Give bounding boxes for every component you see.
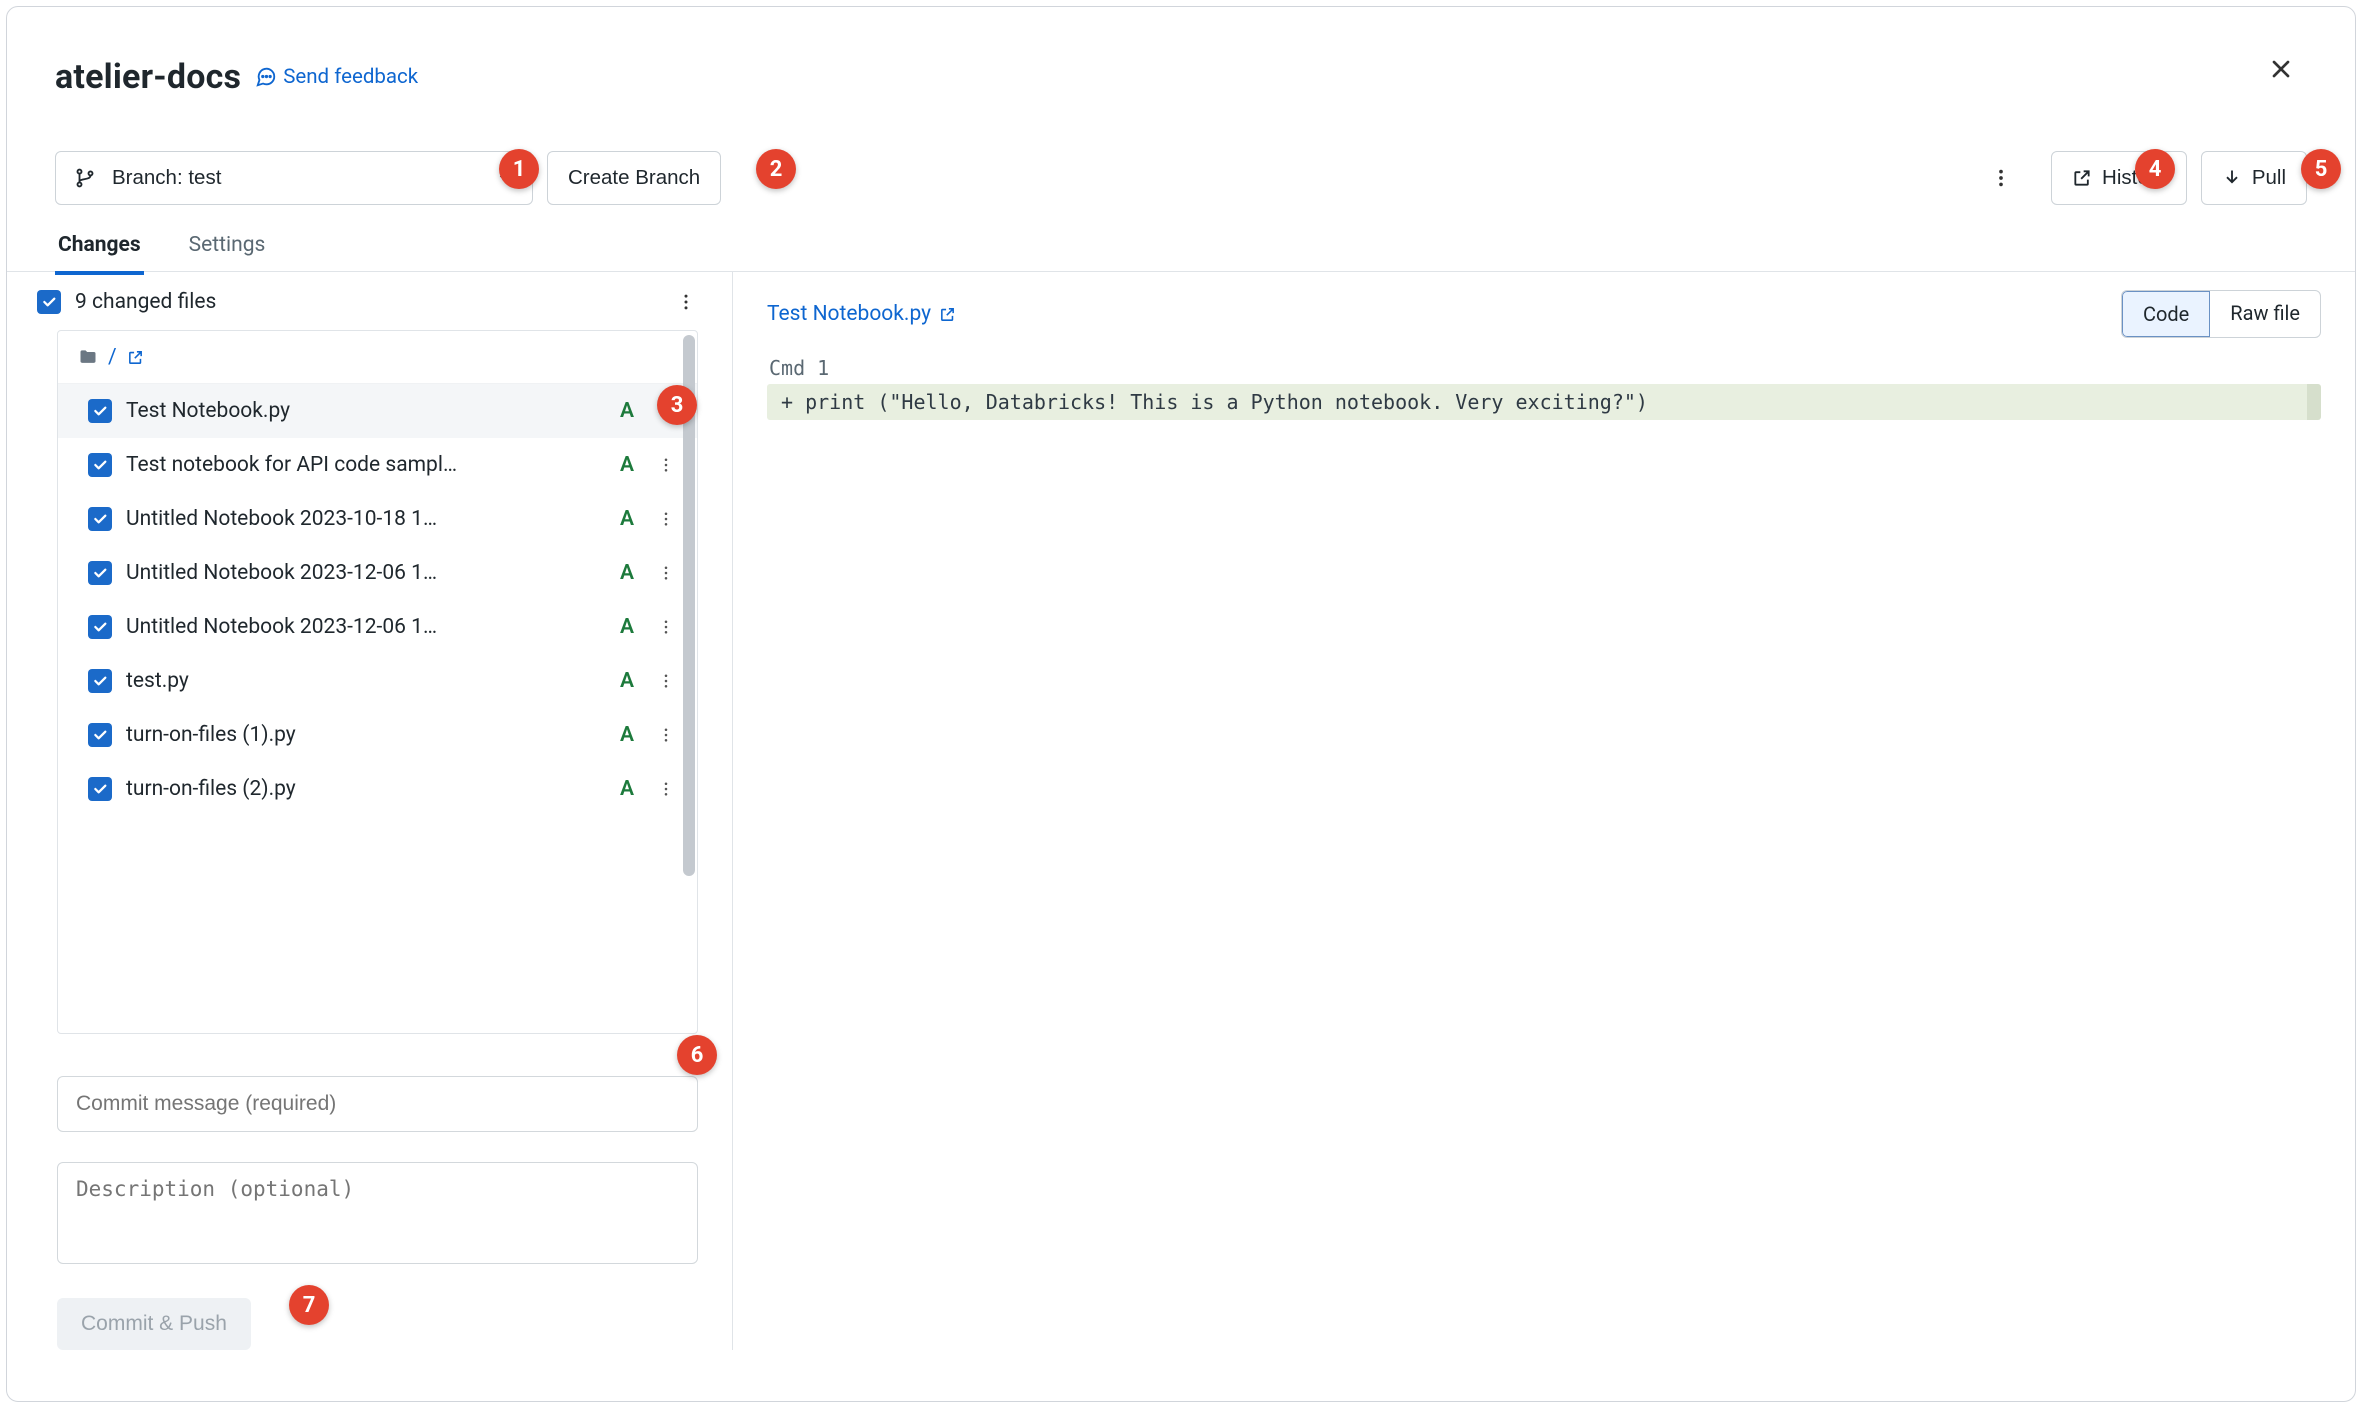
- close-icon[interactable]: [2267, 55, 2295, 83]
- annotation-3: 3: [657, 385, 697, 425]
- git-dialog: atelier-docs Send feedback Branch: test …: [6, 6, 2356, 1402]
- create-branch-button[interactable]: Create Branch: [547, 151, 721, 205]
- file-more-button[interactable]: [653, 722, 679, 748]
- kebab-icon: [676, 292, 696, 312]
- file-status: A: [615, 615, 639, 639]
- more-menu-button[interactable]: [1983, 160, 2019, 196]
- file-name: Untitled Notebook 2023-12-06 1…: [126, 561, 601, 585]
- file-name: turn-on-files (1).py: [126, 723, 601, 747]
- file-status: A: [615, 669, 639, 693]
- file-name: Untitled Notebook 2023-10-18 1…: [126, 507, 601, 531]
- added-line: + print ("Hello, Databricks! This is a P…: [767, 384, 2321, 420]
- file-row[interactable]: test.py A: [58, 654, 697, 708]
- open-external-icon: [939, 306, 956, 323]
- file-row[interactable]: turn-on-files (2).py A: [58, 762, 697, 816]
- repo-title: atelier-docs: [55, 57, 241, 97]
- file-status: A: [615, 453, 639, 477]
- file-row[interactable]: Untitled Notebook 2023-12-06 1… A: [58, 546, 697, 600]
- file-more-button[interactable]: [653, 452, 679, 478]
- send-feedback-link[interactable]: Send feedback: [255, 65, 418, 89]
- folder-icon: [78, 347, 98, 367]
- file-checkbox[interactable]: [88, 507, 112, 531]
- annotation-6: 6: [677, 1035, 717, 1075]
- file-checkbox[interactable]: [88, 561, 112, 585]
- file-checkbox[interactable]: [88, 723, 112, 747]
- pull-button[interactable]: Pull: [2201, 151, 2307, 205]
- file-checkbox[interactable]: [88, 399, 112, 423]
- file-more-button[interactable]: [653, 560, 679, 586]
- file-more-button[interactable]: [653, 668, 679, 694]
- kebab-icon: [1990, 167, 2012, 189]
- file-name: Untitled Notebook 2023-12-06 1…: [126, 615, 601, 639]
- annotation-5: 5: [2301, 149, 2341, 189]
- file-status: A: [615, 507, 639, 531]
- external-link-icon: [2072, 168, 2092, 188]
- file-status: A: [615, 561, 639, 585]
- branch-select[interactable]: Branch: test: [55, 151, 533, 205]
- tab-settings[interactable]: Settings: [186, 233, 269, 271]
- view-toggle: Code Raw file: [2121, 290, 2321, 338]
- file-row[interactable]: turn-on-files (1).py A: [58, 708, 697, 762]
- file-status: A: [615, 723, 639, 747]
- download-icon: [2222, 168, 2242, 188]
- file-checkbox[interactable]: [88, 615, 112, 639]
- file-name: turn-on-files (2).py: [126, 777, 601, 801]
- file-status: A: [615, 399, 639, 423]
- select-all-checkbox[interactable]: [37, 290, 61, 314]
- file-name: test.py: [126, 669, 601, 693]
- file-checkbox[interactable]: [88, 669, 112, 693]
- file-row[interactable]: Untitled Notebook 2023-10-18 1… A: [58, 492, 697, 546]
- view-code-tab[interactable]: Code: [2122, 291, 2210, 337]
- tabs: Changes Settings: [7, 205, 2355, 272]
- file-checkbox[interactable]: [88, 777, 112, 801]
- file-name: Test Notebook.py: [126, 399, 601, 423]
- chat-icon: [255, 66, 277, 88]
- commit-description-input[interactable]: [57, 1162, 698, 1264]
- file-more-button[interactable]: [653, 614, 679, 640]
- diff-file-link[interactable]: Test Notebook.py: [767, 302, 956, 326]
- view-rawfile-tab[interactable]: Raw file: [2210, 291, 2320, 337]
- scrollbar[interactable]: [683, 335, 695, 1029]
- file-more-button[interactable]: [653, 776, 679, 802]
- file-status: A: [615, 777, 639, 801]
- commit-push-button[interactable]: Commit & Push: [57, 1298, 251, 1350]
- annotation-2: 2: [756, 149, 796, 189]
- annotation-4: 4: [2135, 149, 2175, 189]
- diff-view: Cmd 1 + print ("Hello, Databricks! This …: [767, 356, 2321, 420]
- files-summary: 9 changed files: [75, 290, 216, 314]
- branch-icon: [74, 167, 96, 189]
- cmd-label: Cmd 1: [769, 356, 2321, 380]
- tab-changes[interactable]: Changes: [55, 233, 144, 271]
- file-row[interactable]: Test notebook for API code sampl… A: [58, 438, 697, 492]
- file-row[interactable]: Untitled Notebook 2023-12-06 1… A: [58, 600, 697, 654]
- files-more-button[interactable]: [676, 292, 696, 312]
- file-more-button[interactable]: [653, 506, 679, 532]
- file-checkbox[interactable]: [88, 453, 112, 477]
- breadcrumb[interactable]: /: [58, 331, 697, 384]
- commit-message-input[interactable]: [57, 1076, 698, 1132]
- annotation-1: 1: [499, 149, 539, 189]
- file-row[interactable]: Test Notebook.py A: [58, 384, 697, 438]
- file-name: Test notebook for API code sampl…: [126, 453, 601, 477]
- file-list: Test Notebook.pyATest notebook for API c…: [58, 384, 697, 820]
- open-external-icon: [127, 349, 144, 366]
- annotation-7: 7: [289, 1285, 329, 1325]
